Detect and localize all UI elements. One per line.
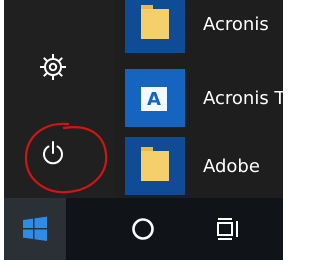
red-annotation-circle: [24, 122, 108, 194]
settings-button[interactable]: [28, 42, 78, 92]
folder-icon: [125, 137, 185, 195]
app-label: Adobe: [203, 155, 260, 177]
gear-icon: [40, 54, 66, 80]
app-item-acronis-folder[interactable]: Acronis: [125, 0, 283, 54]
acronis-app-icon: A: [125, 69, 185, 127]
start-button[interactable]: [4, 198, 66, 260]
task-view-button[interactable]: [198, 198, 260, 260]
task-view-icon: [217, 218, 238, 240]
cortana-button[interactable]: [112, 198, 174, 260]
folder-icon: [125, 0, 185, 53]
app-item-acronis-true-image[interactable]: A Acronis T: [125, 68, 283, 128]
app-list: Acronis A Acronis T Adobe: [125, 0, 283, 198]
start-left-rail: [4, 0, 115, 198]
app-label: Acronis T: [203, 87, 283, 109]
app-item-adobe-folder[interactable]: Adobe: [125, 136, 283, 196]
start-menu: Acronis A Acronis T Adobe: [4, 0, 283, 198]
windows-logo-icon: [23, 216, 47, 241]
cortana-circle-icon: [132, 218, 154, 240]
app-label: Acronis: [203, 13, 269, 35]
taskbar: [4, 198, 283, 260]
